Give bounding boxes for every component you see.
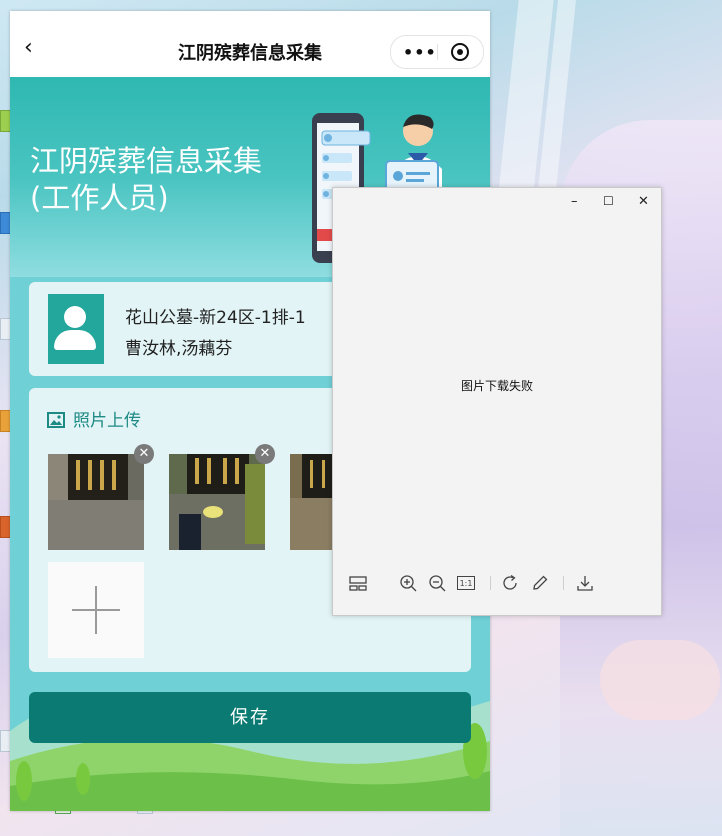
nav-bar: ‹ 江阴殡葬信息采集 •••	[10, 11, 490, 77]
capsule-menu: •••	[390, 35, 484, 69]
photo-thumbnail[interactable]	[48, 454, 144, 550]
photo-thumbnail[interactable]	[290, 454, 332, 550]
photo-section-heading: 照片上传	[47, 406, 141, 431]
image-viewer-window: – ☐ ✕ 图片下载失败 1:1	[332, 187, 662, 616]
close-miniprogram-icon[interactable]	[451, 43, 469, 61]
toolbar-divider	[563, 576, 564, 590]
person-icon-head	[64, 306, 86, 328]
deceased-names: 曹汝林,汤藕芬	[125, 339, 233, 359]
maximize-button[interactable]: ☐	[603, 194, 614, 208]
banner-title-line1: 江阴殡葬信息采集	[30, 144, 263, 178]
toolbar-divider	[490, 576, 491, 590]
download-failed-message: 图片下载失败	[460, 379, 533, 393]
delete-photo-button[interactable]: ✕	[255, 444, 275, 464]
capsule-divider	[437, 44, 438, 60]
image-icon	[47, 412, 65, 428]
tombstone-photo	[48, 454, 144, 550]
tombstone-photo	[290, 454, 332, 550]
more-icon[interactable]: •••	[403, 43, 437, 62]
cemetery-location: 花山公墓-新24区-1排-1	[125, 308, 306, 328]
banner-title-line2: (工作人员)	[30, 181, 169, 215]
actual-size-icon[interactable]: 1:1	[457, 576, 475, 590]
photo-thumbnail[interactable]	[169, 454, 265, 550]
photo-section-title: 照片上传	[73, 411, 141, 431]
zoom-in-icon[interactable]	[399, 574, 417, 592]
rotate-icon[interactable]	[501, 574, 519, 592]
person-icon-body	[54, 330, 96, 350]
thumbnail-icon[interactable]	[349, 574, 367, 592]
save-button[interactable]: 保存	[29, 692, 471, 743]
tombstone-photo	[169, 454, 265, 550]
banner-title: 江阴殡葬信息采集 (工作人员)	[30, 143, 262, 217]
download-icon[interactable]	[576, 574, 594, 592]
minimize-button[interactable]: –	[571, 194, 578, 209]
actual-size-label: 1:1	[459, 579, 473, 588]
zoom-out-icon[interactable]	[428, 574, 446, 592]
edit-icon[interactable]	[531, 574, 549, 592]
close-button[interactable]: ✕	[638, 194, 649, 209]
delete-photo-button[interactable]: ✕	[134, 444, 154, 464]
avatar	[48, 294, 104, 364]
wallpaper-character-sleeve	[500, 690, 722, 836]
